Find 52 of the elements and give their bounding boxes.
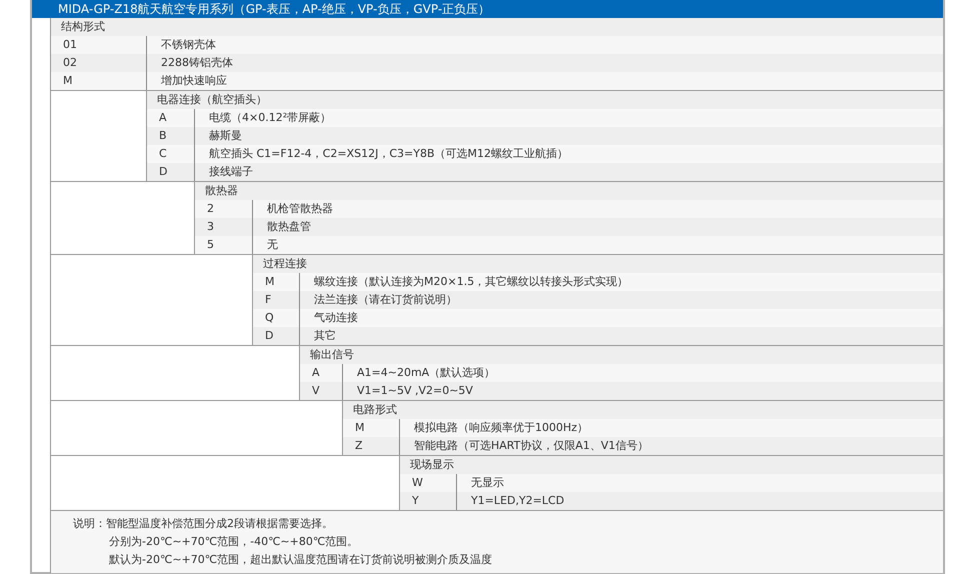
note-label: 说明： bbox=[73, 516, 106, 532]
option-description: 增加快速响应 bbox=[147, 72, 943, 90]
option-code: Z bbox=[343, 437, 400, 455]
option-description: 螺纹连接（默认连接为M20×1.5，其它螺纹以转接头形式实现） bbox=[300, 273, 943, 291]
section-header: 现场显示 bbox=[400, 456, 943, 474]
option-code: B bbox=[147, 127, 195, 145]
option-code: M bbox=[253, 273, 300, 291]
option-description: 无 bbox=[253, 236, 943, 254]
option-code: F bbox=[253, 291, 300, 309]
option-description: Y1=LED,Y2=LCD bbox=[457, 492, 943, 510]
option-code: M bbox=[51, 72, 147, 90]
section-header: 过程连接 bbox=[253, 255, 943, 273]
note-text: 默认为-20℃~+70℃范围，超出默认温度范围请在订货前说明被测介质及温度 bbox=[109, 553, 492, 566]
option-description: 其它 bbox=[300, 327, 943, 345]
option-description: 无显示 bbox=[457, 474, 943, 492]
section-header: 电路形式 bbox=[343, 401, 943, 419]
option-description: 机枪管散热器 bbox=[253, 200, 943, 218]
section-header: 散热器 bbox=[195, 182, 943, 200]
option-code: W bbox=[400, 474, 457, 492]
option-code: 02 bbox=[51, 54, 147, 72]
option-code: 3 bbox=[195, 218, 253, 236]
option-description: 智能电路（可选HART协议，仅限A1、V1信号） bbox=[400, 437, 943, 455]
title-bar: MIDA-GP-Z18航天航空专用系列（GP-表压，AP-绝压，VP-负压，GVP-正负压） bbox=[32, 0, 943, 18]
option-description: 散热盘管 bbox=[253, 218, 943, 236]
section-header: 电器连接（航空插头） bbox=[147, 91, 943, 109]
option-code: 01 bbox=[51, 36, 147, 54]
option-description: 接线端子 bbox=[195, 163, 943, 181]
option-description: 不锈钢壳体 bbox=[147, 36, 943, 54]
option-description: A1=4~20mA（默认选项） bbox=[343, 364, 943, 382]
option-description: 2288铸铝壳体 bbox=[147, 54, 943, 72]
option-code: 5 bbox=[195, 236, 253, 254]
option-code: D bbox=[253, 327, 300, 345]
option-description: 模拟电路（响应频率优于1000Hz） bbox=[400, 419, 943, 437]
option-description: 航空插头 C1=F12-4，C2=XS12J，C3=Y8B（可选M12螺纹工业航插） bbox=[195, 145, 943, 163]
option-description: V1=1~5V ,V2=0~5V bbox=[343, 382, 943, 400]
option-code: V bbox=[300, 382, 343, 400]
note-text: 智能型温度补偿范围分成2段请根据需要选择。 bbox=[106, 516, 333, 532]
option-description: 气动连接 bbox=[300, 309, 943, 327]
option-code: M bbox=[343, 419, 400, 437]
option-code: A bbox=[147, 109, 195, 127]
note-text: 分别为-20℃~+70℃范围，-40℃~+80℃范围。 bbox=[109, 535, 358, 548]
section-header: 结构形式 bbox=[51, 18, 943, 36]
option-description: 赫斯曼 bbox=[195, 127, 943, 145]
option-code: D bbox=[147, 163, 195, 181]
option-code: Y bbox=[400, 492, 457, 510]
section-header: 输出信号 bbox=[300, 346, 943, 364]
option-code: Q bbox=[253, 309, 300, 327]
option-code: A bbox=[300, 364, 343, 382]
option-code: 2 bbox=[195, 200, 253, 218]
option-description: 电缆（4×0.12²带屏蔽） bbox=[195, 109, 943, 127]
option-code: C bbox=[147, 145, 195, 163]
option-description: 法兰连接（请在订货前说明） bbox=[300, 291, 943, 309]
